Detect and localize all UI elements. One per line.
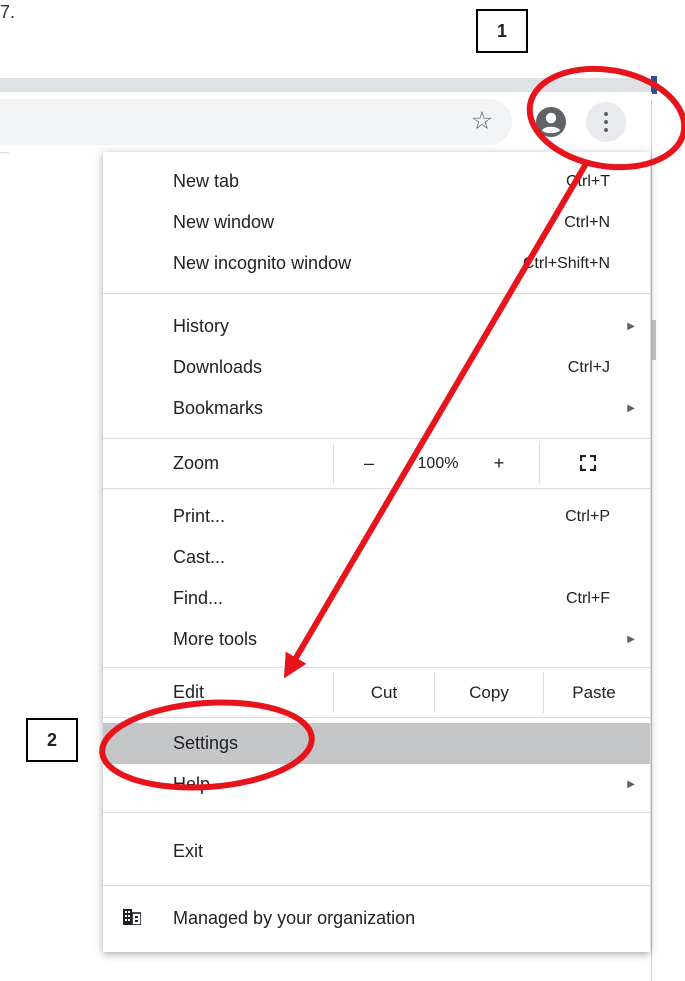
submenu-arrow-icon: ▶ xyxy=(627,779,635,790)
menu-item-label: Find... xyxy=(173,588,224,608)
menu-item-shortcut: Ctrl+P xyxy=(565,508,610,525)
menu-item-label: History xyxy=(173,316,230,336)
zoom-out-button[interactable]: – xyxy=(349,443,389,484)
menu-item-label: Zoom xyxy=(173,453,220,473)
menu-item-label: Settings xyxy=(173,733,239,753)
menu-separator xyxy=(103,885,650,886)
menu-item-print[interactable]: Print... Ctrl+P xyxy=(103,496,650,537)
menu-item-label: New incognito window xyxy=(173,253,352,273)
menu-item-label: Print... xyxy=(173,506,226,526)
menu-item-label: Downloads xyxy=(173,357,263,377)
menu-item-label: New window xyxy=(173,212,275,232)
menu-item-label: Managed by your organization xyxy=(173,908,416,928)
menu-item-shortcut: Ctrl+Shift+N xyxy=(522,255,610,272)
menu-item-more-tools[interactable]: More tools ▶ xyxy=(103,619,650,660)
menu-item-settings[interactable]: Settings xyxy=(103,723,650,764)
menu-item-edit: Edit Cut Copy Paste xyxy=(103,672,650,713)
menu-item-shortcut: Ctrl+N xyxy=(564,214,610,231)
cut-button[interactable]: Cut xyxy=(334,672,434,713)
more-vertical-icon[interactable] xyxy=(586,102,626,142)
menu-separator xyxy=(103,812,650,813)
menu-item-new-window[interactable]: New window Ctrl+N xyxy=(103,202,650,243)
step-callout-2: 2 xyxy=(26,718,78,762)
submenu-arrow-icon: ▶ xyxy=(627,403,635,414)
menu-item-label: Exit xyxy=(173,841,204,861)
menu-item-zoom: Zoom – 100% + xyxy=(103,443,650,484)
account-circle-icon[interactable] xyxy=(535,106,567,138)
window-right-border xyxy=(651,100,652,981)
zoom-level: 100% xyxy=(417,455,459,472)
paste-button[interactable]: Paste xyxy=(544,672,644,713)
menu-separator xyxy=(103,488,650,489)
menu-item-label: Edit xyxy=(173,682,205,702)
menu-item-shortcut: Ctrl+F xyxy=(566,590,610,607)
address-bar[interactable] xyxy=(0,99,512,145)
menu-item-exit[interactable]: Exit xyxy=(103,831,650,872)
menu-item-downloads[interactable]: Downloads Ctrl+J xyxy=(103,347,650,388)
scrollbar-thumb[interactable] xyxy=(652,320,656,360)
fullscreen-icon[interactable] xyxy=(580,455,596,471)
submenu-arrow-icon: ▶ xyxy=(627,321,635,332)
zoom-in-button[interactable]: + xyxy=(481,443,517,484)
menu-item-label: Cast... xyxy=(173,547,226,567)
menu-separator xyxy=(103,438,650,439)
menu-item-help[interactable]: Help ▶ xyxy=(103,764,650,805)
menu-item-new-incognito-window[interactable]: New incognito window Ctrl+Shift+N xyxy=(103,243,650,284)
submenu-arrow-icon: ▶ xyxy=(627,634,635,645)
zoom-divider xyxy=(333,443,334,484)
menu-separator xyxy=(103,717,650,718)
menu-item-new-tab[interactable]: New tab Ctrl+T xyxy=(103,161,650,202)
menu-item-cast[interactable]: Cast... xyxy=(103,537,650,578)
menu-item-managed-by-organization[interactable]: Managed by your organization xyxy=(103,892,650,945)
menu-item-label: More tools xyxy=(173,629,258,649)
step-callout-1: 1 xyxy=(476,9,528,53)
menu-item-history[interactable]: History ▶ xyxy=(103,306,650,347)
menu-item-bookmarks[interactable]: Bookmarks ▶ xyxy=(103,388,650,429)
chrome-main-menu: New tab Ctrl+T New window Ctrl+N New inc… xyxy=(103,152,650,952)
tab-strip xyxy=(0,78,652,92)
menu-item-label: Help xyxy=(173,774,211,794)
menu-item-shortcut: Ctrl+T xyxy=(566,173,610,190)
menu-separator xyxy=(103,293,650,294)
menu-separator xyxy=(103,667,650,668)
toolbar-divider xyxy=(0,152,9,153)
menu-item-label: New tab xyxy=(173,171,240,191)
corner-text: 7. xyxy=(0,2,16,22)
zoom-divider xyxy=(539,443,540,484)
building-icon xyxy=(123,909,141,925)
menu-item-shortcut: Ctrl+J xyxy=(567,359,610,376)
copy-button[interactable]: Copy xyxy=(435,672,543,713)
menu-item-label: Bookmarks xyxy=(173,398,264,418)
star-icon[interactable]: ☆ xyxy=(467,106,497,136)
menu-item-find[interactable]: Find... Ctrl+F xyxy=(103,578,650,619)
